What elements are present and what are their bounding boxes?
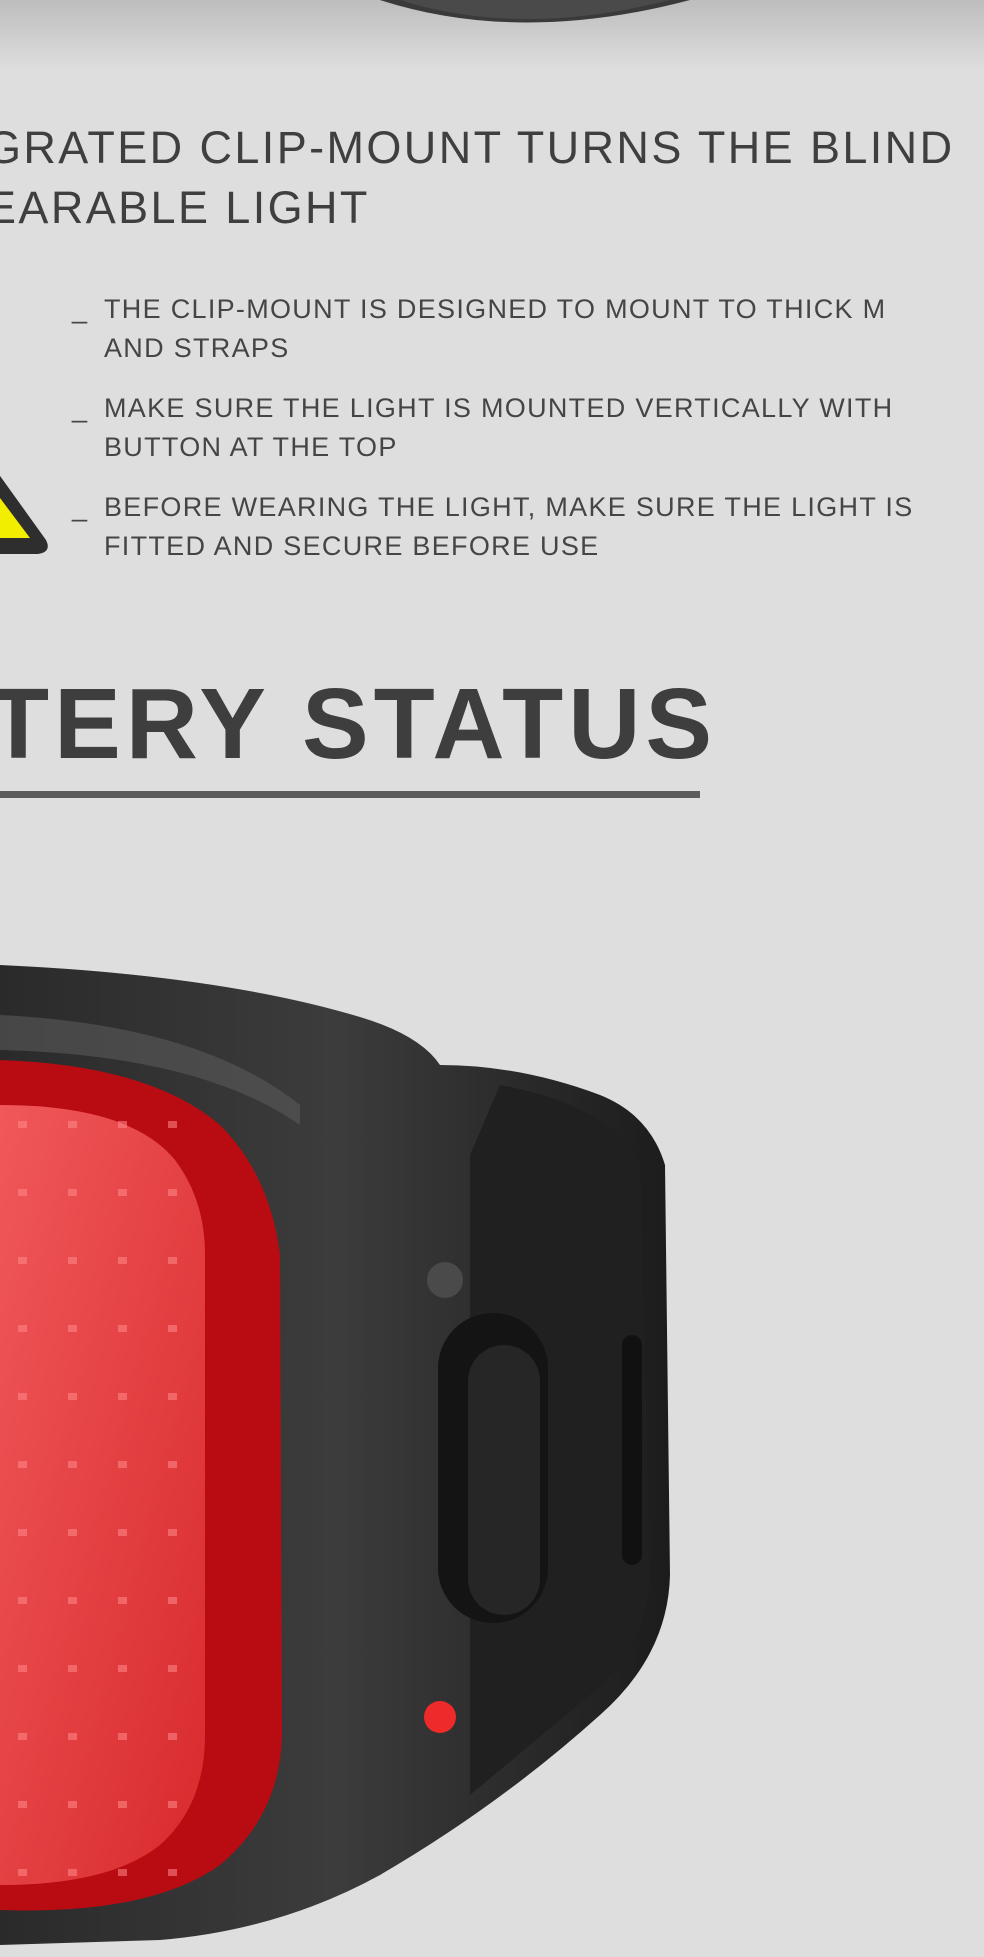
title-underline (0, 791, 700, 798)
warning-triangle-icon (0, 475, 48, 554)
bullet-line: BEFORE WEARING THE LIGHT, MAKE SURE THE … (104, 492, 914, 522)
tail-light-product-image (0, 965, 670, 1945)
headline-line-1: GRATED CLIP-MOUNT TURNS THE BLIND (0, 122, 955, 173)
headline-line-2: EARABLE LIGHT (0, 182, 370, 233)
list-item: _ THE CLIP-MOUNT IS DESIGNED TO MOUNT TO… (72, 290, 984, 368)
bullet-text: THE CLIP-MOUNT IS DESIGNED TO MOUNT TO T… (104, 290, 984, 368)
section-title: TERY STATUS (0, 668, 718, 780)
bullet-line: MAKE SURE THE LIGHT IS MOUNTED VERTICALL… (104, 393, 894, 423)
list-item: _ MAKE SURE THE LIGHT IS MOUNTED VERTICA… (72, 389, 984, 467)
bullet-dash: _ (72, 492, 89, 522)
bullet-dash: _ (72, 294, 89, 324)
bullet-text: BEFORE WEARING THE LIGHT, MAKE SURE THE … (104, 488, 984, 566)
clip-shadow-graphic (0, 0, 984, 70)
instruction-list: _ THE CLIP-MOUNT IS DESIGNED TO MOUNT TO… (72, 290, 984, 587)
headline: GRATED CLIP-MOUNT TURNS THE BLIND EARABL… (0, 118, 954, 238)
bullet-line: FITTED AND SECURE BEFORE USE (104, 531, 600, 561)
list-item: _ BEFORE WEARING THE LIGHT, MAKE SURE TH… (72, 488, 984, 566)
bullet-line: THE CLIP-MOUNT IS DESIGNED TO MOUNT TO T… (104, 294, 887, 324)
bullet-dash: _ (72, 393, 89, 423)
bullet-line: AND STRAPS (104, 333, 290, 363)
bullet-line: BUTTON AT THE TOP (104, 432, 398, 462)
bullet-text: MAKE SURE THE LIGHT IS MOUNTED VERTICALL… (104, 389, 984, 467)
